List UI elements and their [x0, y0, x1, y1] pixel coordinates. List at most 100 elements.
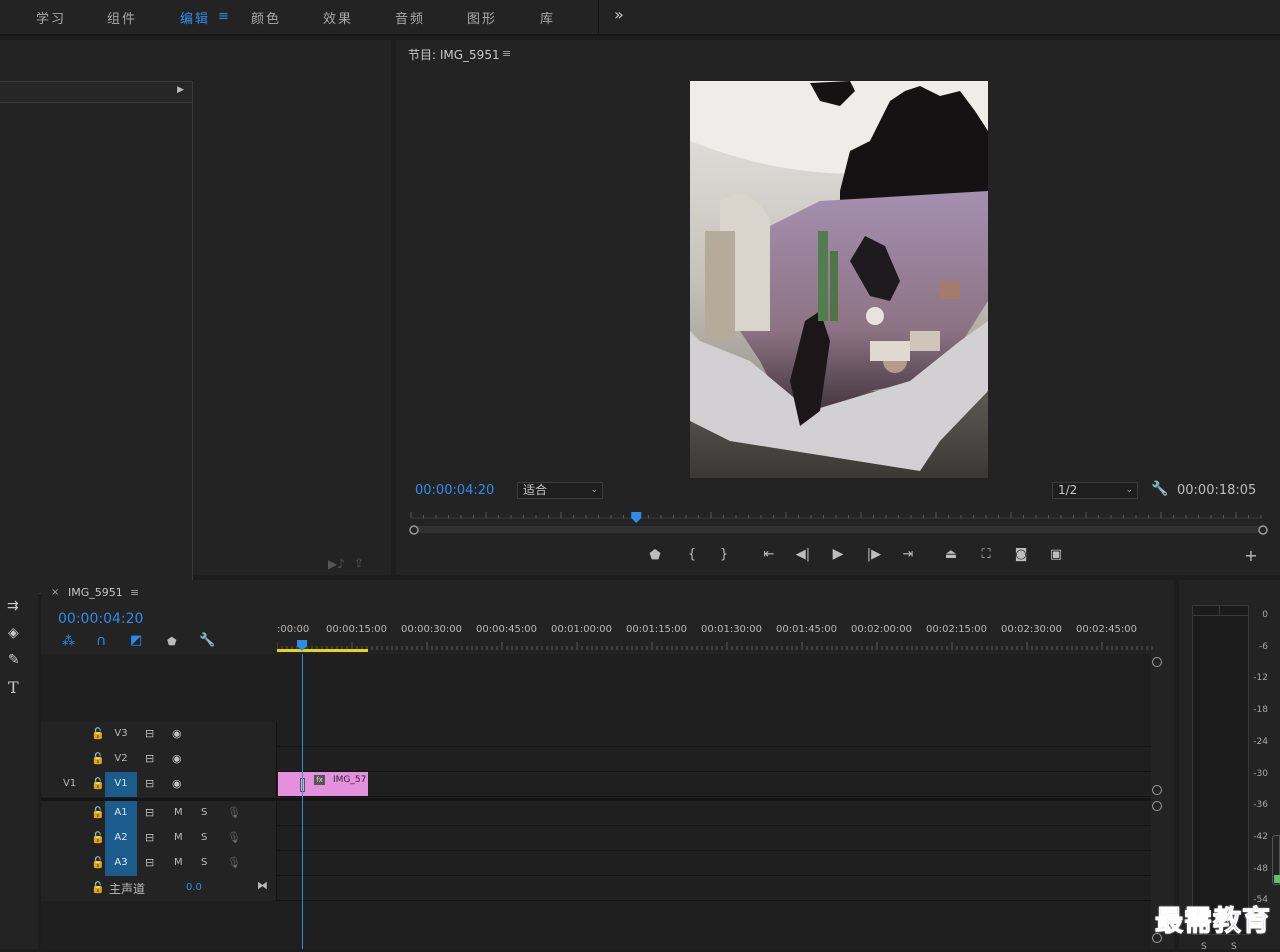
source-patch-v1[interactable]: V1: [63, 778, 76, 789]
workspace-tab-effects[interactable]: 效果: [323, 8, 353, 27]
type-tool-icon[interactable]: T: [8, 678, 19, 697]
tools-panel: ⇉ ◈ ✎ T: [0, 580, 38, 949]
program-current-timecode[interactable]: 00:00:04:20: [415, 483, 494, 498]
solo-button[interactable]: S: [201, 807, 207, 818]
sync-lock-icon[interactable]: ⊟: [145, 752, 154, 765]
go-to-in-icon[interactable]: ⇤: [760, 547, 778, 562]
timeline-timecode[interactable]: 00:00:04:20: [58, 611, 143, 627]
add-marker-icon[interactable]: ⬟: [646, 548, 664, 563]
sequence-menu-icon[interactable]: ≡: [130, 586, 139, 599]
workspace-tab-libraries[interactable]: 库: [540, 8, 555, 27]
settings-wrench-icon[interactable]: 🔧: [1151, 481, 1168, 497]
workspace-tab-color[interactable]: 颜色: [251, 8, 281, 27]
work-area-bar[interactable]: [277, 649, 368, 652]
mark-in-icon[interactable]: {: [683, 547, 701, 562]
master-volume-value[interactable]: 0.0: [186, 882, 202, 893]
scrubber-start-handle[interactable]: [409, 525, 419, 535]
microphone-icon[interactable]: 🎙: [227, 831, 241, 844]
export-frame-camera-icon[interactable]: ◙: [1012, 547, 1030, 562]
sync-lock-icon[interactable]: ⊟: [145, 806, 154, 819]
resolution-dropdown[interactable]: 1/2 ⌄: [1052, 482, 1138, 499]
nest-icon[interactable]: ⁂: [62, 634, 75, 649]
workspace-tab-learn[interactable]: 学习: [36, 8, 66, 27]
track-name-v3[interactable]: V3: [105, 722, 137, 746]
add-marker-icon[interactable]: ⬟: [167, 635, 177, 648]
sync-lock-icon[interactable]: ⊟: [145, 831, 154, 844]
workspace-tab-editing[interactable]: 编辑: [180, 8, 210, 27]
solo-right-button[interactable]: S: [1231, 942, 1237, 952]
zoom-dropdown[interactable]: 适合 ⌄: [517, 482, 603, 499]
scroll-handle-mid[interactable]: [1152, 785, 1162, 795]
eye-icon[interactable]: ◉: [172, 752, 182, 765]
microphone-icon[interactable]: 🎙: [227, 856, 241, 869]
track-header-v1: V1 🔓 V1 ⊟ ◉: [41, 772, 277, 797]
program-title[interactable]: 节目: IMG_5951: [408, 46, 500, 63]
eye-icon[interactable]: ◉: [172, 777, 182, 790]
track-name-v1[interactable]: V1: [105, 772, 137, 797]
sync-lock-icon[interactable]: ⊟: [145, 727, 154, 740]
scroll-handle-audio-top[interactable]: [1152, 801, 1162, 811]
insert-icon[interactable]: ▶♪: [328, 557, 345, 571]
source-inner-header: ▶: [0, 82, 192, 103]
pen-tool-icon[interactable]: ✎: [8, 652, 20, 668]
lift-icon[interactable]: ⏏: [942, 547, 960, 562]
program-menu-icon[interactable]: ≡: [502, 47, 511, 60]
track-name-a1[interactable]: A1: [105, 801, 137, 826]
workspace-tab-audio[interactable]: 音频: [395, 8, 425, 27]
meter-level-fill: [1274, 875, 1280, 883]
track-name-a3[interactable]: A3: [105, 851, 137, 876]
sync-lock-icon[interactable]: ⊟: [145, 856, 154, 869]
track-name-v2[interactable]: V2: [105, 747, 137, 771]
linked-selection-icon[interactable]: ◩: [130, 633, 142, 648]
track-row-v1: V1 🔓 V1 ⊟ ◉ fx IMG_57: [41, 772, 1151, 797]
microphone-icon[interactable]: 🎙: [227, 806, 241, 819]
lock-icon[interactable]: 🔓: [91, 752, 105, 765]
track-name-a2[interactable]: A2: [105, 826, 137, 851]
mute-button[interactable]: M: [174, 807, 183, 818]
extract-icon[interactable]: ⛶: [977, 547, 995, 562]
close-tab-icon[interactable]: ×: [51, 587, 59, 598]
snap-magnet-icon[interactable]: ∩: [96, 633, 106, 649]
play-icon[interactable]: ▶: [829, 546, 847, 562]
timeline-settings-wrench-icon[interactable]: 🔧: [199, 633, 215, 648]
razor-tool-icon[interactable]: ◈: [8, 625, 19, 641]
solo-left-button[interactable]: S: [1201, 942, 1207, 952]
workspace-tab-assembly[interactable]: 组件: [107, 8, 137, 27]
meter-tick-label: -18: [1253, 705, 1268, 716]
workspace-menu-icon[interactable]: ≡: [218, 9, 229, 24]
mark-out-icon[interactable]: }: [715, 547, 733, 562]
add-button-icon[interactable]: +: [1242, 546, 1260, 565]
go-to-out-icon[interactable]: ⇥: [899, 547, 917, 562]
solo-button[interactable]: S: [201, 857, 207, 868]
sync-lock-icon[interactable]: ⊟: [145, 777, 154, 790]
lock-icon[interactable]: 🔓: [91, 856, 105, 869]
expand-arrow-icon[interactable]: ▶: [177, 85, 184, 95]
lock-icon[interactable]: 🔓: [91, 881, 105, 894]
program-scrubber[interactable]: [406, 508, 1268, 538]
solo-button[interactable]: S: [201, 832, 207, 843]
eye-icon[interactable]: ◉: [172, 727, 182, 740]
workspace-overflow-icon[interactable]: »: [614, 5, 624, 24]
lock-icon[interactable]: 🔓: [91, 831, 105, 844]
compare-view-icon[interactable]: ▣: [1047, 547, 1065, 562]
lock-icon[interactable]: 🔓: [91, 727, 105, 740]
track-row-a1: 🔓 A1 ⊟ M S 🎙: [41, 801, 1151, 826]
workspace-tab-graphics[interactable]: 图形: [467, 8, 497, 27]
master-collapse-icon[interactable]: ⧓: [257, 879, 268, 892]
workspace-divider: [598, 0, 599, 36]
lock-icon[interactable]: 🔓: [91, 806, 105, 819]
lock-icon[interactable]: 🔓: [91, 777, 105, 790]
program-playhead[interactable]: [631, 512, 642, 523]
step-forward-icon[interactable]: |▶: [865, 547, 883, 562]
video-clip[interactable]: fx IMG_57: [278, 772, 368, 796]
mute-button[interactable]: M: [174, 857, 183, 868]
track-header-a3: 🔓 A3 ⊟ M S 🎙: [41, 851, 277, 876]
scrubber-end-handle[interactable]: [1258, 525, 1268, 535]
mute-button[interactable]: M: [174, 832, 183, 843]
sequence-tab[interactable]: IMG_5951: [68, 586, 123, 599]
track-select-tool-icon[interactable]: ⇉: [7, 598, 19, 614]
step-back-icon[interactable]: ◀|: [794, 547, 812, 562]
export-icon[interactable]: ⇪: [354, 556, 364, 570]
time-ruler[interactable]: :00:00 00:00:15:00 00:00:30:00 00:00:45:…: [277, 620, 1157, 654]
scroll-handle-top[interactable]: [1152, 657, 1162, 667]
